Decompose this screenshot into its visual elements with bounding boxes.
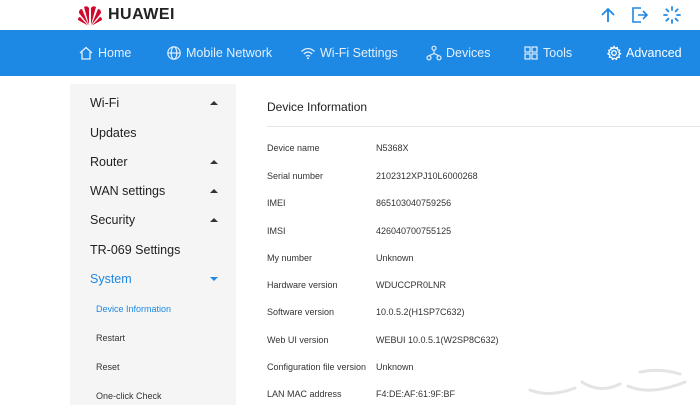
info-label: Serial number [267,171,324,181]
info-value: F4:DE:AF:61:9F:BF [376,389,456,399]
chevron-down-icon [210,277,218,281]
sidebar-item-label: Updates [90,126,137,140]
sidebar-item-router[interactable]: Router [90,155,230,169]
upload-arrow-icon[interactable] [598,5,618,25]
info-value: 10.0.5.2(H1SP7C632) [376,307,465,317]
sidebar-item-tr069-settings[interactable]: TR-069 Settings [90,243,230,257]
devices-icon [426,45,442,61]
nav-devices-label: Devices [446,46,491,60]
nav-mobile-network[interactable]: Mobile Network [166,30,272,76]
huawei-logo: HUAWEI [78,4,175,26]
sidebar-sub-restart[interactable]: Restart [96,333,125,343]
sidebar-item-label: TR-069 Settings [90,243,181,257]
chevron-up-icon [210,189,218,193]
sidebar-sub-device-information[interactable]: Device Information [96,304,171,314]
watermark [520,360,700,405]
chevron-up-icon [210,101,218,105]
sidebar: Wi-Fi Updates Router WAN settings Securi… [70,84,236,405]
info-value: WEBUI 10.0.5.1(W2SP8C632) [376,335,499,345]
sidebar-item-wifi[interactable]: Wi-Fi [90,96,230,110]
page-title: Device Information [267,100,368,114]
sidebar-item-label: Security [90,213,136,227]
sidebar-sub-one-click-check[interactable]: One-click Check [96,391,162,401]
loading-spinner-icon[interactable] [662,5,682,25]
nav-advanced-label: Advanced [626,46,682,60]
info-label: Device name [267,143,320,153]
nav-wifi-settings-label: Wi-Fi Settings [320,46,398,60]
info-label: IMEI [267,198,286,208]
brand-name: HUAWEI [108,6,175,23]
divider [267,126,700,127]
top-bar: HUAWEI [0,0,700,30]
sidebar-item-label: System [90,272,132,286]
sidebar-item-updates[interactable]: Updates [90,126,230,140]
info-value: Unknown [376,362,414,372]
info-value: WDUCCPR0LNR [376,280,447,290]
nav-wifi-settings[interactable]: Wi-Fi Settings [300,30,398,76]
info-value: 865103040759256 [376,198,452,208]
info-label: IMSI [267,226,286,236]
chevron-up-icon [210,160,218,164]
nav-mobile-network-label: Mobile Network [186,46,273,60]
huawei-flower-icon [78,6,102,26]
nav-tools[interactable]: Tools [523,30,572,76]
sidebar-item-system[interactable]: System [90,272,230,286]
sidebar-item-label: Router [90,155,128,169]
nav-tools-label: Tools [543,46,573,60]
globe-icon [167,46,181,60]
info-label: Web UI version [267,335,329,345]
main-content: Device Information Device name N5368X Se… [236,84,700,405]
sidebar-item-security[interactable]: Security [90,213,230,227]
wifi-icon [301,47,315,60]
chevron-up-icon [210,218,218,222]
info-value: N5368X [376,143,409,153]
info-label: Configuration file version [267,362,367,372]
home-icon [79,46,93,60]
info-label: My number [267,253,313,263]
info-value: Unknown [376,253,414,263]
sidebar-item-label: Wi-Fi [90,96,120,110]
info-label: Hardware version [267,280,338,290]
info-label: Software version [267,307,335,317]
nav-home-label: Home [98,46,132,60]
sidebar-item-label: WAN settings [90,184,166,198]
gear-icon [606,45,622,61]
sidebar-item-wan-settings[interactable]: WAN settings [90,184,230,198]
nav-advanced[interactable]: Advanced [606,30,682,76]
info-value: 426040700755125 [376,226,452,236]
nav-home[interactable]: Home [78,30,131,76]
info-label: LAN MAC address [267,389,342,399]
logout-icon[interactable] [630,5,650,25]
sidebar-sub-reset[interactable]: Reset [96,362,120,372]
tools-icon [524,46,538,60]
info-value: 2102312XPJ10L6000268 [376,171,478,181]
nav-devices[interactable]: Devices [426,30,490,76]
main-nav: Home Mobile Network Wi-Fi Settings Devic… [0,30,700,76]
